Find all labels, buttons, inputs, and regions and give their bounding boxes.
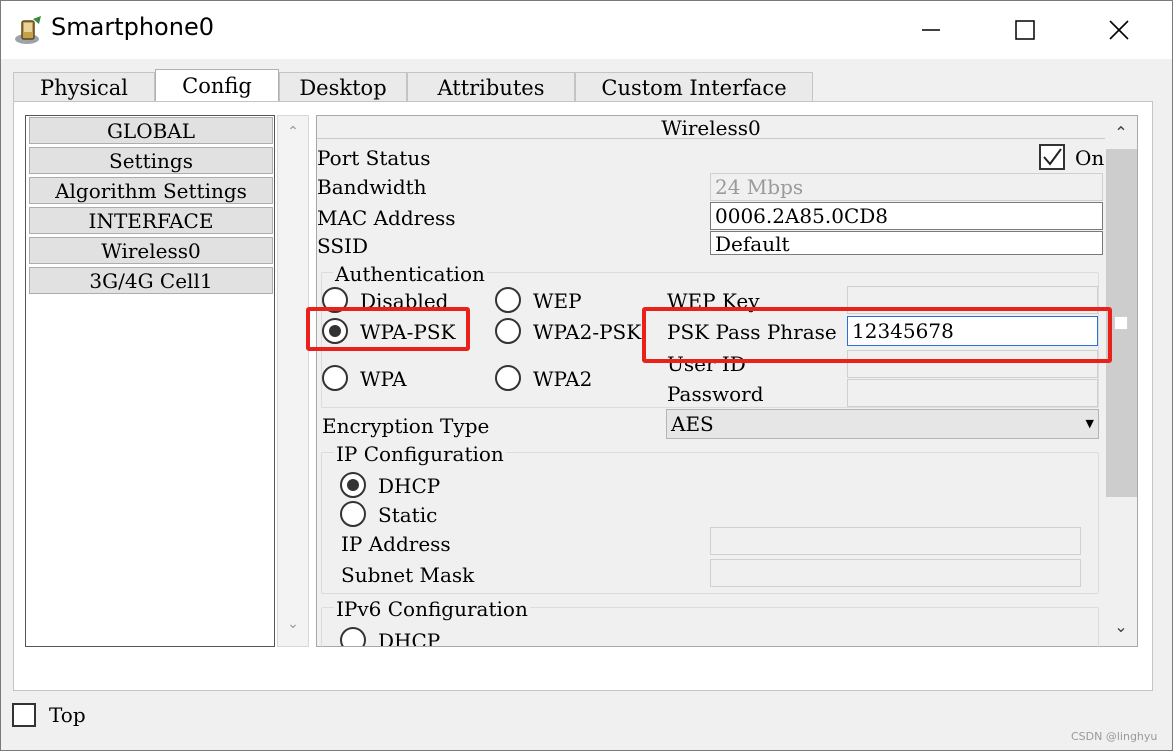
tab-desktop[interactable]: Desktop <box>279 72 407 102</box>
ipv6-dhcp-label: DHCP <box>378 629 441 646</box>
tab-attributes[interactable]: Attributes <box>407 72 575 102</box>
app-icon <box>15 16 41 44</box>
radio-selected-dot <box>347 479 359 491</box>
mac-address-label: MAC Address <box>317 206 456 230</box>
ssid-field[interactable]: Default <box>710 231 1103 255</box>
title-bar: Smartphone0 <box>1 1 1172 59</box>
ip-address-label: IP Address <box>341 532 451 556</box>
tab-physical[interactable]: Physical <box>13 72 155 102</box>
ssid-label: SSID <box>317 234 368 258</box>
chevron-down-icon[interactable]: ⌄ <box>1105 617 1137 636</box>
password-field <box>847 379 1098 407</box>
section-header: Wireless0 <box>317 117 1105 139</box>
encryption-type-value: AES <box>671 412 714 436</box>
bandwidth-label: Bandwidth <box>317 175 427 199</box>
auth-wpa-radio[interactable] <box>322 365 348 391</box>
encryption-type-select[interactable]: AES ▼ <box>666 409 1099 439</box>
nav-item-interface[interactable]: INTERFACE <box>29 207 273 234</box>
subnet-mask-field <box>710 559 1081 587</box>
subnet-mask-label: Subnet Mask <box>341 563 475 587</box>
smartphone-window: Smartphone0 Physical Config Desktop Attr… <box>0 0 1173 751</box>
nav-scrollbar[interactable]: ⌃ ⌄ <box>277 115 309 647</box>
window-title: Smartphone0 <box>51 13 214 41</box>
auth-wpa-label: WPA <box>360 367 407 391</box>
port-status-on-label: On <box>1075 146 1105 170</box>
watermark: CSDN @linghyu <box>1071 730 1158 743</box>
resize-handle <box>1114 316 1128 330</box>
authentication-group-label: Authentication <box>333 262 487 286</box>
ip-configuration-label: IP Configuration <box>334 442 506 466</box>
dropdown-arrow-icon: ▼ <box>1085 417 1094 430</box>
nav-item-algorithm-settings[interactable]: Algorithm Settings <box>29 177 273 204</box>
ip-dhcp-radio[interactable] <box>340 472 366 498</box>
ipv6-dhcp-radio[interactable] <box>340 627 366 646</box>
chevron-up-icon[interactable]: ⌃ <box>278 124 308 140</box>
tab-config[interactable]: Config <box>155 69 279 102</box>
auth-wpa2-label: WPA2 <box>533 367 593 391</box>
auth-wep-radio[interactable] <box>495 287 521 313</box>
encryption-type-label: Encryption Type <box>322 414 490 438</box>
nav-item-3g4g-cell1[interactable]: 3G/4G Cell1 <box>29 267 273 294</box>
maximize-button[interactable] <box>978 1 1072 59</box>
auth-wep-label: WEP <box>533 289 582 313</box>
ip-static-label: Static <box>378 503 438 527</box>
ip-address-field <box>710 527 1081 555</box>
port-status-checkbox[interactable] <box>1039 144 1065 170</box>
top-label: Top <box>49 703 86 727</box>
chevron-up-icon[interactable]: ⌃ <box>1105 123 1137 142</box>
auth-wpa2-radio[interactable] <box>495 365 521 391</box>
checkmark-icon <box>1043 148 1062 166</box>
config-nav-list: GLOBAL Settings Algorithm Settings INTER… <box>25 115 275 647</box>
close-button[interactable] <box>1072 1 1166 59</box>
top-checkbox[interactable] <box>12 703 36 727</box>
chevron-down-icon[interactable]: ⌄ <box>278 616 308 632</box>
tab-custom-interface[interactable]: Custom Interface <box>575 72 813 102</box>
close-icon <box>1109 20 1129 40</box>
nav-item-wireless0[interactable]: Wireless0 <box>29 237 273 264</box>
bandwidth-field: 24 Mbps <box>710 173 1103 201</box>
password-label: Password <box>667 382 764 406</box>
port-status-label: Port Status <box>317 146 431 170</box>
ip-static-radio[interactable] <box>340 501 366 527</box>
mac-address-field[interactable]: 0006.2A85.0CD8 <box>710 202 1103 230</box>
maximize-icon <box>1015 20 1035 40</box>
psk-pass-phrase-highlight <box>642 307 1112 363</box>
nav-item-global[interactable]: GLOBAL <box>29 117 273 144</box>
ipv6-clip: DHCP <box>317 621 1105 646</box>
auth-wpa2-psk-label: WPA2-PSK <box>533 320 642 344</box>
wpa-psk-highlight <box>306 307 470 351</box>
auth-wpa2-psk-radio[interactable] <box>495 318 521 344</box>
ip-dhcp-label: DHCP <box>378 474 441 498</box>
ipv6-configuration-label: IPv6 Configuration <box>334 597 530 621</box>
nav-item-settings[interactable]: Settings <box>29 147 273 174</box>
minimize-button[interactable] <box>884 1 978 59</box>
minimize-icon <box>922 29 940 31</box>
